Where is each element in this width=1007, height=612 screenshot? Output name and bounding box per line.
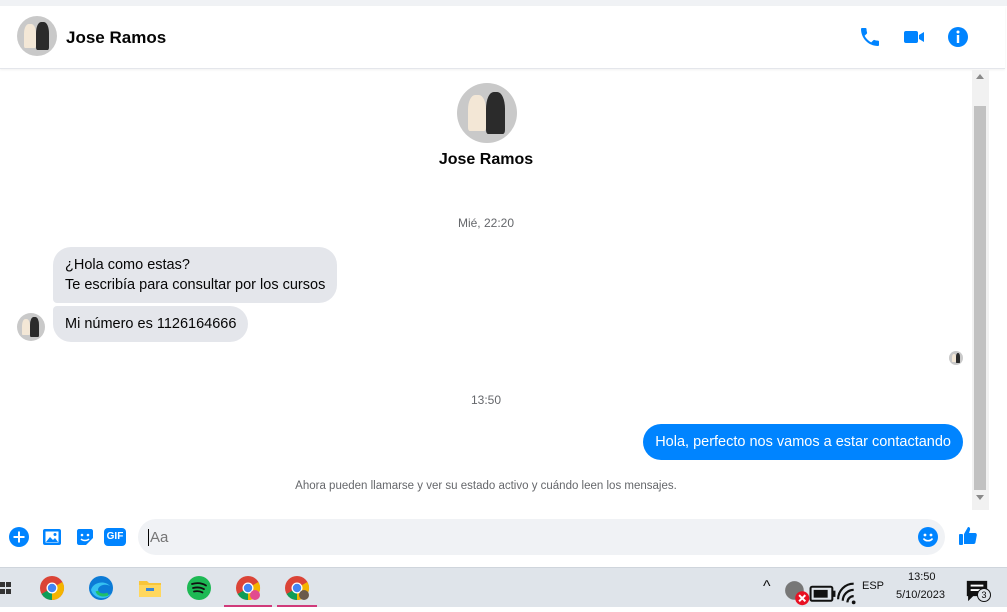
message-list[interactable]: Jose Ramos Mié, 22:20 ¿Hola como estas? …	[0, 70, 972, 510]
chrome-profile-icon-2[interactable]	[283, 574, 311, 602]
contact-avatar[interactable]	[17, 16, 57, 56]
chevron-up-icon[interactable]: ^	[763, 578, 771, 596]
clock-time[interactable]: 13:50	[908, 571, 936, 583]
language-indicator[interactable]: ESP	[862, 580, 884, 592]
like-icon[interactable]	[957, 525, 979, 547]
time-timestamp: 13:50	[470, 393, 502, 407]
message-line: ¿Hola como estas?	[65, 257, 190, 273]
sticker-icon[interactable]	[74, 526, 96, 548]
task-view-icon[interactable]	[0, 574, 14, 602]
messenger-window: Jose Ramos Jose Ramos Mié, 22:20 ¿Hola c…	[0, 0, 1007, 567]
battery-icon[interactable]	[809, 579, 836, 602]
info-icon[interactable]	[946, 25, 970, 49]
profile-avatar[interactable]	[457, 83, 517, 143]
text-caret	[148, 529, 149, 546]
scroll-thumb[interactable]	[974, 106, 986, 490]
chrome-profile-icon[interactable]	[234, 574, 262, 602]
windows-taskbar: ^ ESP 13:50 5/10/2023 3	[0, 567, 1007, 607]
scroll-up-arrow[interactable]	[976, 74, 984, 79]
gif-label: GIF	[104, 528, 126, 546]
profile-name: Jose Ramos	[438, 151, 534, 168]
emoji-icon[interactable]	[917, 526, 939, 548]
scroll-down-arrow[interactable]	[976, 495, 984, 500]
day-timestamp: Mié, 22:20	[457, 216, 515, 230]
notification-count-badge: 3	[977, 588, 991, 602]
scrollbar[interactable]	[972, 70, 989, 510]
spotify-icon[interactable]	[185, 574, 213, 602]
video-camera-icon[interactable]	[902, 25, 926, 49]
sender-avatar[interactable]	[17, 313, 45, 341]
plus-icon[interactable]	[8, 526, 30, 548]
phone-icon[interactable]	[858, 25, 882, 49]
contact-name[interactable]: Jose Ramos	[66, 28, 166, 48]
edge-icon[interactable]	[87, 574, 115, 602]
wifi-icon[interactable]	[835, 579, 856, 605]
incoming-message[interactable]: ¿Hola como estas? Te escribía para consu…	[53, 247, 338, 303]
message-line: Mi número es 1126164666	[65, 316, 237, 332]
chrome-icon[interactable]	[38, 574, 66, 602]
photo-icon[interactable]	[41, 526, 63, 548]
outgoing-message[interactable]: Hola, perfecto nos vamos a estar contact…	[643, 424, 963, 460]
file-explorer-icon[interactable]	[136, 574, 164, 602]
gif-icon[interactable]: GIF	[104, 526, 128, 548]
seen-indicator-avatar	[949, 351, 963, 365]
connection-notice: Ahora pueden llamarse y ver su estado ac…	[295, 480, 677, 492]
incoming-message[interactable]: Mi número es 1126164666	[53, 306, 249, 342]
clock-date[interactable]: 5/10/2023	[896, 589, 945, 601]
message-line: Te escribía para consultar por los curso…	[65, 277, 326, 293]
network-error-icon[interactable]	[782, 578, 810, 606]
message-input[interactable]	[138, 519, 945, 555]
chat-header: Jose Ramos	[0, 6, 1005, 69]
composer-bar: GIF	[0, 510, 1005, 567]
